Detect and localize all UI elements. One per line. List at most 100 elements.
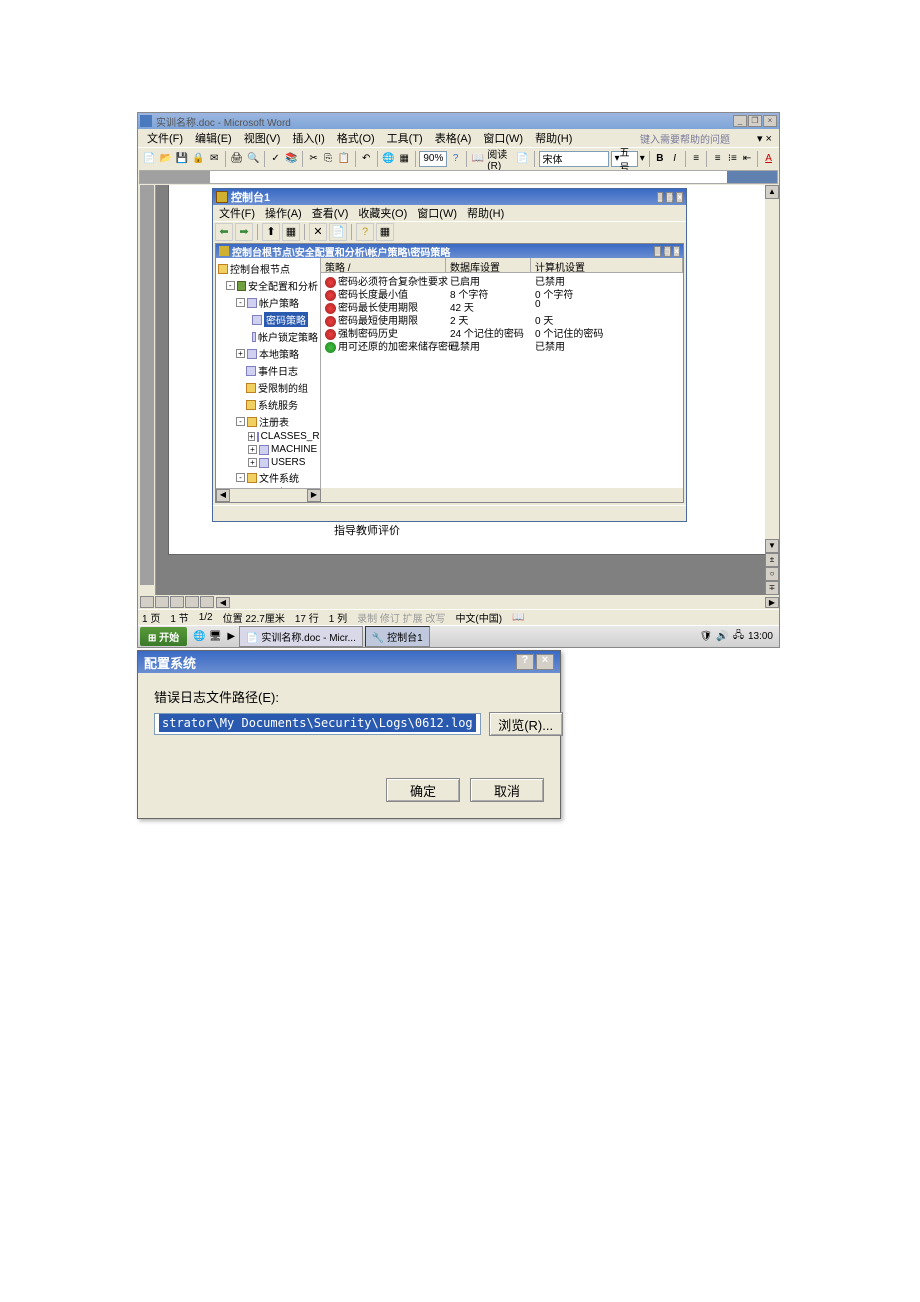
mmc-menu-action[interactable]: 操作(A) [261,205,306,221]
tree-classes-root[interactable]: CLASSES_ROOT [261,431,321,442]
menu-file[interactable]: 文件(F) [142,130,188,146]
word-vscroll[interactable]: ▲ ▼ ± ○ ∓ [765,185,779,595]
list-row[interactable]: 密码最长使用期限42 天0 [321,299,683,312]
child-close-button[interactable]: × [673,246,680,257]
expander-icon[interactable]: - [236,298,245,307]
preview-icon[interactable]: 🔍 [246,151,260,167]
tree-sec-analysis[interactable]: 安全配置和分析 [248,278,318,293]
properties-icon[interactable]: 📄 [329,223,347,241]
mmc-menu-file[interactable]: 文件(F) [215,205,259,221]
dialog-close-button[interactable]: × [536,654,554,670]
quick-media-icon[interactable]: ▶ [223,629,239,645]
tree-lockout-policy[interactable]: 帐户锁定策略 [258,329,318,344]
scroll-left-icon[interactable]: ◀ [216,489,230,502]
list-header[interactable]: 策略 / 数据库设置 计算机设置 [321,258,683,273]
open-icon[interactable]: 📂 [158,151,172,167]
mmc-maximize-button[interactable]: □ [666,192,673,203]
col-computer[interactable]: 计算机设置 [531,258,683,272]
align-icon[interactable]: ≡ [690,151,703,167]
close-button[interactable]: × [763,115,777,127]
horizontal-ruler[interactable] [139,170,778,184]
tree-machine[interactable]: MACHINE [271,444,317,455]
tree-account-policy[interactable]: 帐户策略 [259,295,299,310]
permission-icon[interactable]: 🔒 [191,151,205,167]
dialog-help-button[interactable]: ? [516,654,534,670]
mmc-menu-help[interactable]: 帮助(H) [463,205,508,221]
web-view-icon[interactable] [155,596,169,608]
system-tray[interactable]: 🛡 🔊 🖧 13:00 [696,628,777,645]
size-combo[interactable]: ▾ 五号 [611,151,638,167]
list-pane[interactable]: 策略 / 数据库设置 计算机设置 密码必须符合复杂性要求已启用已禁用 密码长度最… [321,258,683,488]
list-row[interactable]: 强制密码历史24 个记住的密码0 个记住的密码 [321,325,683,338]
show-icon[interactable]: ▦ [282,223,300,241]
help2-icon[interactable]: ? [356,223,374,241]
quick-ie-icon[interactable]: 🌐 [191,629,207,645]
next-page-icon[interactable]: ∓ [765,581,779,595]
menu-insert[interactable]: 插入(I) [287,130,329,146]
new-icon[interactable]: 📄 [142,151,156,167]
menu-edit[interactable]: 编辑(E) [190,130,237,146]
numbering-icon[interactable]: ≡ [711,151,724,167]
indent-icon[interactable]: ⇤ [741,151,754,167]
child-maximize-button[interactable]: □ [664,246,671,257]
print-view-icon[interactable] [170,596,184,608]
prev-page-icon[interactable]: ± [765,553,779,567]
save-icon[interactable]: 💾 [175,151,189,167]
tree-local-policy[interactable]: 本地策略 [259,346,299,361]
expander-icon[interactable]: + [248,432,255,441]
mmc-menu-window[interactable]: 窗口(W) [413,205,461,221]
list-row[interactable]: 用可还原的加密来储存密码已禁用已禁用 [321,338,683,351]
help-icon[interactable]: ? [449,151,462,167]
bullets-icon[interactable]: ⁝≡ [726,151,739,167]
menu-view[interactable]: 视图(V) [239,130,286,146]
font-combo[interactable]: 宋体 [539,151,609,167]
expander-icon[interactable]: - [236,417,245,426]
read-layout-icon[interactable]: 📖 [471,151,485,167]
tree-system-services[interactable]: 系统服务 [258,397,298,412]
delete-icon[interactable]: ✕ [309,223,327,241]
tree-hscroll[interactable]: ◀ ▶ [216,488,321,502]
hyperlink-icon[interactable]: 🌐 [381,151,395,167]
table-icon[interactable]: ▦ [398,151,411,167]
mmc-breadcrumb-bar[interactable]: 控制台根节点\安全配置和分析\帐户策略\密码策略 _ □ × [216,244,683,258]
list-row[interactable]: 密码必须符合复杂性要求已启用已禁用 [321,273,683,286]
outline-view-icon[interactable] [185,596,199,608]
tray-clock[interactable]: 13:00 [748,631,773,642]
list-row[interactable]: 密码长度最小值8 个字符0 个字符 [321,286,683,299]
bold-icon[interactable]: B [654,151,667,167]
word-titlebar[interactable]: 实训名称.doc - Microsoft Word _ ❐ × [138,113,779,129]
copy-icon[interactable]: ⎘ [322,151,335,167]
forward-icon[interactable]: ➡ [235,223,253,241]
tree-drive-c[interactable]: C:\ [271,487,284,488]
extra-icon[interactable]: ▦ [376,223,394,241]
tree-pane[interactable]: 控制台根节点 -安全配置和分析 -帐户策略 密码策略 帐户锁定策略 +本地策略 … [216,258,321,488]
hscroll-right-icon[interactable]: ▶ [765,597,779,608]
scroll-right-icon[interactable]: ▶ [307,489,321,502]
normal-view-icon[interactable] [140,596,154,608]
taskbar-item-word[interactable]: 📄 实训名称.doc - Micr... [239,626,363,647]
tree-root[interactable]: 控制台根节点 [230,261,290,276]
help-search-hint[interactable]: 键入需要帮助的问题 [640,131,730,146]
menu-window[interactable]: 窗口(W) [478,130,528,146]
menu-help[interactable]: 帮助(H) [530,130,577,146]
italic-icon[interactable]: I [668,151,681,167]
col-policy[interactable]: 策略 / [321,258,446,272]
start-button[interactable]: ⊞ 开始 [140,627,187,646]
restore-button[interactable]: ❐ [748,115,762,127]
tree-registry[interactable]: 注册表 [259,414,289,429]
cut-icon[interactable]: ✂ [307,151,320,167]
research-icon[interactable]: 📚 [284,151,298,167]
tree-password-policy[interactable]: 密码策略 [264,312,308,327]
tree-restricted-groups[interactable]: 受限制的组 [258,380,308,395]
spell-icon[interactable]: ✓ [269,151,282,167]
menu-close-x[interactable]: ▾ × [754,132,775,145]
list-row[interactable]: 密码最短使用期限2 天0 天 [321,312,683,325]
cancel-button[interactable]: 取消 [470,778,544,802]
browse-button[interactable]: 浏览(R)... [489,712,563,736]
scroll-down-icon[interactable]: ▼ [765,539,779,553]
paste-icon[interactable]: 📋 [337,151,351,167]
tray-shield-icon[interactable]: 🛡 [700,631,713,642]
expander-icon[interactable]: + [248,458,257,467]
expander-icon[interactable]: - [226,281,235,290]
tree-filesystem[interactable]: 文件系统 [259,470,299,485]
